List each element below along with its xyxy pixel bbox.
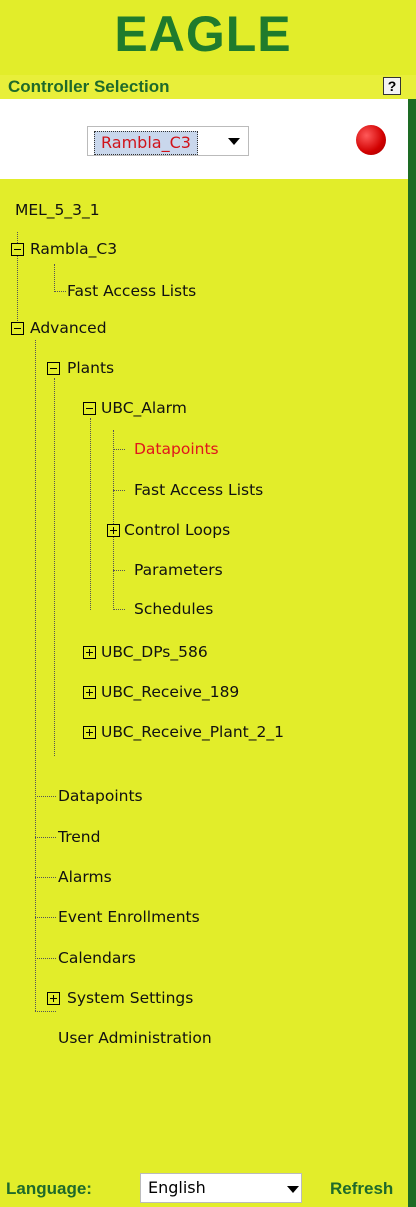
tree-node-mel-root[interactable]: MEL_5_3_1	[15, 200, 100, 220]
tree-node-rambla-fast-access[interactable]: Fast Access Lists	[67, 281, 196, 301]
expand-icon[interactable]	[83, 646, 96, 659]
expand-icon[interactable]	[83, 686, 96, 699]
footer-bar: Language: English Refresh	[0, 1170, 416, 1207]
tree-node-system-settings[interactable]: System Settings	[67, 988, 193, 1008]
tree-node-alarms[interactable]: Alarms	[58, 867, 112, 887]
tree-node-advanced[interactable]: Advanced	[30, 318, 107, 338]
tree-node-trend[interactable]: Trend	[58, 827, 100, 847]
expand-icon[interactable]	[83, 726, 96, 739]
expand-icon[interactable]	[107, 524, 120, 537]
tree-node-parameters[interactable]: Parameters	[134, 560, 223, 580]
tree-node-ubc-alarm[interactable]: UBC_Alarm	[101, 398, 187, 418]
tree-node-plants[interactable]: Plants	[67, 358, 114, 378]
right-border	[408, 92, 416, 1207]
language-select[interactable]: English	[140, 1173, 302, 1203]
tree-node-alarm-datapoints[interactable]: Datapoints	[134, 439, 219, 459]
collapse-icon[interactable]	[47, 362, 60, 375]
language-select-value: English	[148, 1178, 206, 1197]
expand-icon[interactable]	[47, 992, 60, 1005]
tree-node-alarm-fast-access[interactable]: Fast Access Lists	[134, 480, 263, 500]
tree-node-ubc-receive-plant[interactable]: UBC_Receive_Plant_2_1	[101, 722, 284, 742]
tree-node-rambla[interactable]: Rambla_C3	[30, 239, 117, 259]
tree-node-schedules[interactable]: Schedules	[134, 599, 213, 619]
collapse-icon[interactable]	[11, 322, 24, 335]
tree-node-event-enrollments[interactable]: Event Enrollments	[58, 907, 200, 927]
language-label: Language:	[6, 1179, 92, 1198]
tree-node-user-administration[interactable]: User Administration	[58, 1028, 212, 1048]
chevron-down-icon	[287, 1186, 299, 1193]
tree-node-control-loops[interactable]: Control Loops	[124, 520, 230, 540]
refresh-link[interactable]: Refresh	[330, 1179, 393, 1199]
tree-node-ubc-receive[interactable]: UBC_Receive_189	[101, 682, 239, 702]
tree-node-datapoints[interactable]: Datapoints	[58, 786, 143, 806]
tree-node-calendars[interactable]: Calendars	[58, 948, 136, 968]
collapse-icon[interactable]	[11, 243, 24, 256]
tree-node-ubc-dps[interactable]: UBC_DPs_586	[101, 642, 208, 662]
collapse-icon[interactable]	[83, 402, 96, 415]
navigation-tree: MEL_5_3_1 Rambla_C3 Fast Access Lists Ad…	[0, 0, 408, 1207]
